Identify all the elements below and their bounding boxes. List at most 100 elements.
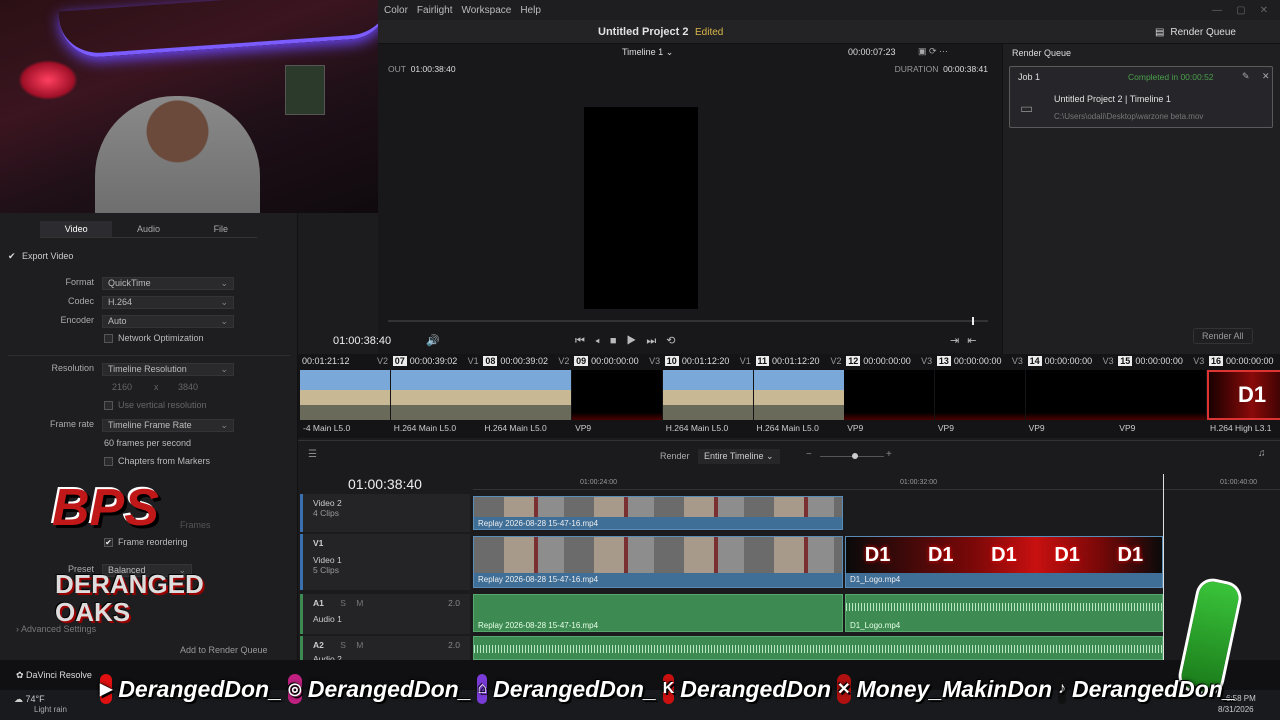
encoder-select[interactable]: Auto ⌄ [102,315,234,328]
zoom-in-icon[interactable]: + [886,449,892,460]
media-clip[interactable]: 14 00:00:00:00 V3 VP9 [1025,354,1116,434]
render-all-button[interactable]: Render All [1193,328,1253,344]
resolution-select[interactable]: Timeline Resolution ⌄ [102,363,234,376]
timeline-selector[interactable]: Timeline 1 ⌄ [622,47,673,58]
music-icon[interactable]: ♫ [1258,448,1266,459]
timeline-clip[interactable]: Replay 2026-08-28 15-47-16.mp4 [473,496,843,530]
clip-number: 12 [846,356,861,366]
solo-button[interactable]: S [340,640,346,650]
zoom-slider[interactable] [820,453,884,459]
media-clip[interactable]: 08 00:00:39:02 V2 H.264 Main L5.0 [481,354,572,434]
step-back-icon[interactable]: ◂ [595,335,610,347]
clip-track: V3 [1102,356,1114,366]
timeline-ruler[interactable]: 01:00:24:00 01:00:32:00 01:00:40:00 [473,470,1280,490]
edit-job-icon[interactable]: ✎ [1242,71,1250,82]
clip-header: 09 00:00:00:00 V3 [572,354,662,368]
format-select[interactable]: QuickTime ⌄ [102,277,234,290]
clip-header: 07 00:00:39:02 V1 [391,354,481,368]
skip-forward-icon[interactable]: ⏭ [646,335,666,347]
mute-button[interactable]: M [356,640,363,650]
viewer-options-icon[interactable]: ▣ ⟳ ⋯ [918,46,948,57]
frame-rate-select[interactable]: Timeline Frame Rate ⌄ [102,419,234,432]
volume-icon[interactable]: 🔊 [426,334,440,347]
media-clip[interactable]: 1600:00:00:00V1 D1 H.264 High L3.1 [1207,354,1280,434]
media-clip[interactable]: 07 00:00:39:02 V1 H.264 Main L5.0 [390,354,481,434]
chapters-row: Chapters from Markers [0,456,298,470]
frame-rate-row: Frame rate Timeline Frame Rate ⌄ [0,419,298,433]
media-clip[interactable]: 13 00:00:00:00 V3 VP9 [934,354,1025,434]
network-opt-checkbox[interactable] [104,334,113,344]
webcam-overlay [0,0,378,213]
zoom-out-icon[interactable]: − [806,449,812,460]
clip-format: VP9 [937,423,954,433]
tab-video[interactable]: Video [40,221,113,237]
codec-select[interactable]: H.264 ⌄ [102,296,234,309]
resolution-size: 2160 x 3840 [112,382,199,392]
media-clip[interactable]: 15 00:00:00:00 V3 VP9 [1116,354,1207,434]
prev-edit-icon[interactable]: ⇤ [967,335,984,347]
menu-bar: Color Fairlight Workspace Help — ▢ ✕ [378,0,1280,20]
render-job-card[interactable]: Job 1 Completed in 00:00:52 ✎ ✕ ▭ Untitl… [1009,66,1273,128]
timeline-clip[interactable]: Replay 2026-08-28 15-47-16.mp4 [473,536,843,588]
clip-thumbnail [300,370,390,420]
encoder-row: Encoder Auto ⌄ [0,315,298,329]
tab-audio[interactable]: Audio [112,221,184,237]
track-header-v1[interactable]: V1 Video 15 Clips [300,534,470,590]
clip-timecode: 00:00:00:00 [863,356,911,366]
clip-format: H.264 High L3.1 [1210,423,1272,433]
track-header-v2[interactable]: Video 24 Clips [300,494,470,532]
track-header-a2[interactable]: A2 S M 2.0 Audio 2 [300,636,470,664]
media-clip[interactable]: 12 00:00:00:00 V3 VP9 [844,354,935,434]
play-icon[interactable]: ▶ [627,335,647,347]
audio-clip[interactable]: D1_Logo.mp4 [845,594,1163,632]
next-edit-icon[interactable]: ⇥ [950,335,967,347]
solo-button[interactable]: S [340,598,346,608]
render-queue-toggle[interactable]: ▤ Render Queue [1155,27,1236,38]
clip-header: 13 00:00:00:00 V3 [935,354,1025,368]
timeline-options-icon[interactable]: ☰ [308,449,317,460]
audio-clip[interactable]: Replay 2026-08-28 15-47-16.mp4 [473,594,843,632]
chapters-checkbox[interactable] [104,457,113,467]
clip-header: 11 00:01:12:20 V2 [754,354,844,368]
export-video-checkbox[interactable]: ✔ [8,251,16,262]
out-point: OUT 01:00:38:40 [388,64,456,74]
media-clip[interactable]: 11 00:01:12:20 V2 H.264 Main L5.0 [753,354,844,434]
minimize-icon[interactable]: — [1212,5,1222,16]
add-to-render-queue-button[interactable]: Add to Render Queue [180,645,268,655]
skip-back-icon[interactable]: ⏮ [575,335,595,347]
stop-icon[interactable]: ■ [610,335,627,347]
wall-poster [285,65,325,115]
remove-job-icon[interactable]: ✕ [1262,71,1270,82]
track-header-a1[interactable]: A1 S M 2.0 Audio 1 [300,594,470,634]
menu-color[interactable]: Color [384,5,408,16]
menu-fairlight[interactable]: Fairlight [417,5,453,16]
mute-button[interactable]: M [356,598,363,608]
clip-format: H.264 Main L5.0 [756,423,819,433]
clip-header: 1600:00:00:00V1 [1207,354,1280,368]
project-title: Untitled Project 2 [598,26,689,38]
youtube-icon: ▶ [100,674,113,704]
job-title: Untitled Project 2 | Timeline 1 [1054,94,1171,104]
weather-widget[interactable]: ☁ 74°F [14,694,45,705]
logo-clip[interactable]: D1 D1 D1 D1 D1 D1_Logo.mp4 [845,536,1163,588]
clip-track: V1 [739,356,751,366]
clip-header: 10 00:01:12:20 V1 [663,354,753,368]
maximize-icon[interactable]: ▢ [1236,5,1245,16]
menu-help[interactable]: Help [520,5,541,16]
media-clip[interactable]: 00:01:21:12 V2 -4 Main L5.0 [300,354,390,434]
clock-date: 8/31/2026 [1218,705,1254,714]
close-icon[interactable]: ✕ [1260,5,1268,16]
tab-file[interactable]: File [185,221,257,237]
menu-workspace[interactable]: Workspace [461,5,511,16]
vertical-res-checkbox[interactable] [104,401,113,411]
frame-reordering-checkbox[interactable]: ✔ [104,538,113,548]
render-range-select[interactable]: Entire Timeline ⌄ [698,449,780,464]
media-clip[interactable]: 10 00:01:12:20 V1 H.264 Main L5.0 [662,354,753,434]
audio-clip[interactable] [473,636,1163,660]
loop-icon[interactable]: ⟲ [666,335,685,347]
media-clip[interactable]: 09 00:00:00:00 V3 VP9 [572,354,663,434]
fps-row: 60 frames per second [104,438,192,448]
scrubber[interactable] [388,317,988,325]
playhead[interactable] [1163,474,1164,660]
social-handle: DerangedDon_ [118,675,282,702]
